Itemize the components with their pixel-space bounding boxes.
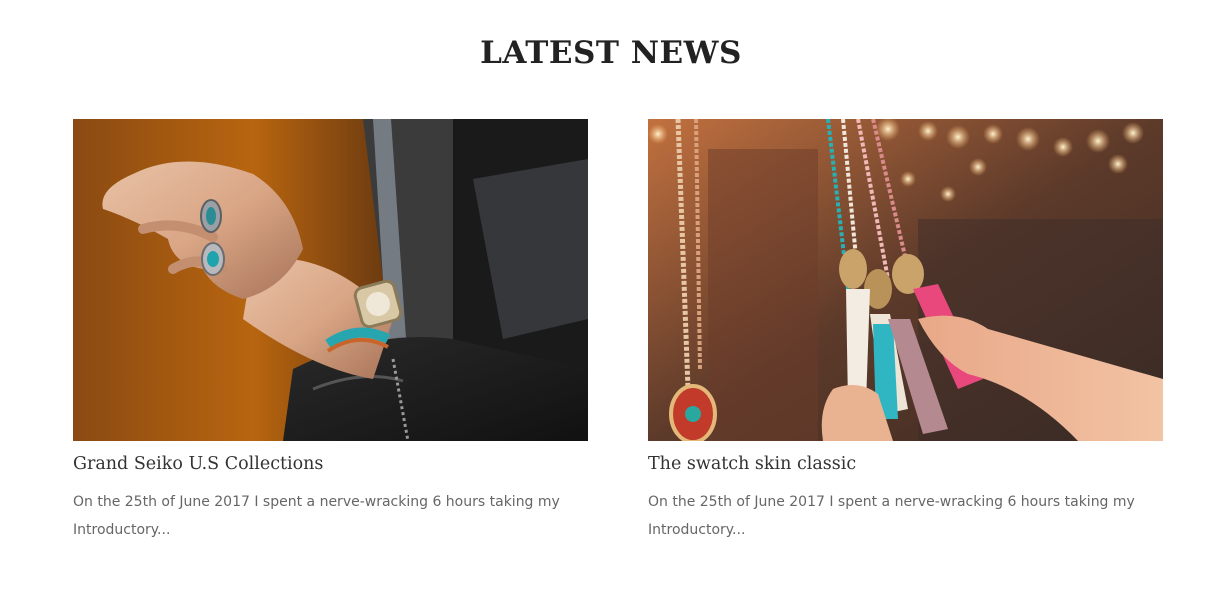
news-card: Grand Seiko U.S Collections On the 25th … [73,119,588,538]
news-title-link[interactable]: The swatch skin classic [648,452,856,476]
section-title: LATEST NEWS [480,35,742,71]
latest-news-section: LATEST NEWS Grand Seiko U.S Collections … [0,0,1222,593]
news-title-link[interactable]: Grand Seiko U.S Collections [73,452,323,476]
news-excerpt: On the 25th of June 2017 I spent a nerve… [648,494,1135,538]
news-excerpt: On the 25th of June 2017 I spent a nerve… [73,494,560,538]
news-card: The swatch skin classic On the 25th of J… [648,119,1163,538]
news-image-link[interactable] [648,119,1163,441]
hand-with-rings-photo [73,119,588,441]
tassel-necklaces-photo [648,119,1163,441]
news-image-link[interactable] [73,119,588,441]
